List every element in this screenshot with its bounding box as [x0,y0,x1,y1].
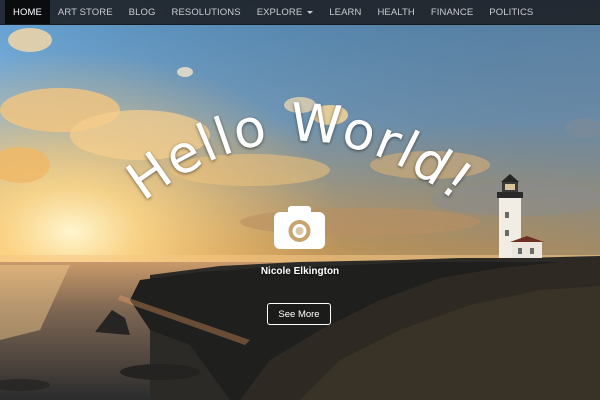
nav-item-home[interactable]: HOME [5,0,50,24]
top-navbar: HOME ART STORE BLOG RESOLUTIONS EXPLORE … [0,0,600,25]
hero-section [0,0,600,400]
author-name: Nicole Elkington [260,266,340,277]
sunset-lighthouse-background [0,0,600,400]
nav-item-blog[interactable]: BLOG [121,0,164,24]
nav-item-label: RESOLUTIONS [171,6,241,18]
camera-icon [274,206,325,249]
nav-item-art-store[interactable]: ART STORE [50,0,121,24]
nav-item-resolutions[interactable]: RESOLUTIONS [163,0,248,24]
nav-item-explore[interactable]: EXPLORE [249,0,322,24]
chevron-down-icon [307,11,314,14]
nav-item-label: ART STORE [57,6,113,18]
nav-item-health[interactable]: HEALTH [369,0,422,24]
nav-item-label: HEALTH [377,6,415,18]
nav-item-label: POLITICS [489,6,534,18]
nav-item-label: LEARN [329,6,362,18]
nav-item-politics[interactable]: POLITICS [481,0,541,24]
nav-item-learn[interactable]: LEARN [321,0,369,24]
nav-item-label: FINANCE [430,6,474,18]
nav-item-label: EXPLORE [256,6,303,18]
see-more-button[interactable]: See More [267,303,331,325]
nav-item-label: BLOG [128,6,156,18]
nav-item-finance[interactable]: FINANCE [423,0,481,24]
nav-item-label: HOME [13,6,42,18]
